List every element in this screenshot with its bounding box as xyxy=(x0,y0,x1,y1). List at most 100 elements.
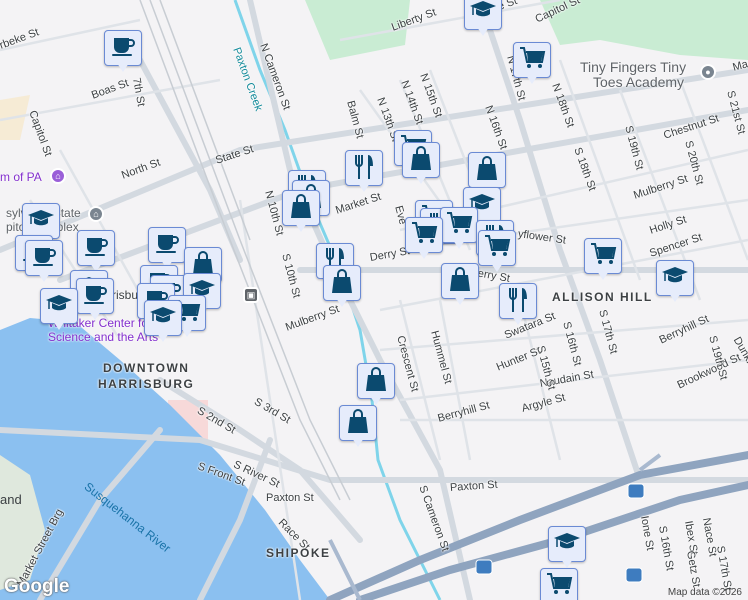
poi-name: m of PA xyxy=(0,170,42,184)
fork-knife-icon xyxy=(350,153,378,184)
school-marker[interactable] xyxy=(548,526,586,570)
marker-box xyxy=(402,142,440,178)
shopping-marker[interactable] xyxy=(441,263,479,307)
coffee-cup-icon xyxy=(82,233,110,264)
marker-pointer xyxy=(89,311,101,320)
place-pin-icon[interactable]: ● xyxy=(700,64,716,80)
marker-pointer xyxy=(418,250,430,259)
shopping-marker[interactable] xyxy=(282,190,320,234)
shopping-marker[interactable] xyxy=(339,405,377,449)
neighborhood-label: SHIPOKE xyxy=(266,546,331,560)
marker-pointer xyxy=(512,316,524,325)
poi-name: Toes Academy xyxy=(593,74,685,90)
grocery-marker[interactable] xyxy=(540,568,578,600)
marker-box xyxy=(464,0,502,30)
marker-pointer xyxy=(477,27,489,36)
shopping-cart-icon xyxy=(589,241,617,272)
poi-name: Tiny Fingers Tiny xyxy=(580,59,687,75)
school-marker[interactable] xyxy=(40,288,78,332)
marker-box xyxy=(405,217,443,253)
street-label: Paxton St xyxy=(266,492,314,504)
marker-pointer xyxy=(597,271,609,280)
graduation-cap-icon xyxy=(661,263,689,294)
poi-name: Science and the Arts xyxy=(48,330,159,344)
marker-pointer xyxy=(53,321,65,330)
marker-box xyxy=(441,263,479,299)
cafe-marker[interactable] xyxy=(25,240,63,284)
school-marker[interactable] xyxy=(656,260,694,304)
shopping-marker[interactable] xyxy=(357,363,395,407)
grocery-marker[interactable] xyxy=(405,217,443,261)
shopping-bag-icon xyxy=(328,268,356,299)
marker-box xyxy=(25,240,63,276)
school-marker[interactable] xyxy=(464,0,502,38)
graduation-cap-icon xyxy=(27,206,55,237)
shopping-cart-icon xyxy=(545,571,573,600)
shopping-marker[interactable] xyxy=(402,142,440,186)
marker-box xyxy=(40,288,78,324)
coffee-cup-icon xyxy=(81,281,109,312)
fork-knife-icon xyxy=(504,286,532,317)
restaurant-marker[interactable] xyxy=(499,283,537,327)
graduation-cap-icon xyxy=(553,529,581,560)
map-canvas[interactable]: Liberty St N Cameron St Paxton Creek Boa… xyxy=(0,0,748,600)
shopping-cart-icon xyxy=(483,233,511,264)
cafe-marker[interactable] xyxy=(76,278,114,322)
marker-box xyxy=(77,230,115,266)
shopping-bag-icon xyxy=(362,366,390,397)
museum-icon[interactable]: ⌂ xyxy=(50,168,66,184)
marker-pointer xyxy=(669,293,681,302)
grocery-marker[interactable] xyxy=(478,230,516,274)
neighborhood-label: DOWNTOWN xyxy=(103,361,190,375)
marker-box xyxy=(339,405,377,441)
restaurant-marker[interactable] xyxy=(345,150,383,194)
cafe-marker[interactable] xyxy=(104,30,142,74)
coffee-cup-icon xyxy=(30,243,58,274)
shopping-bag-icon xyxy=(344,408,372,439)
marker-box xyxy=(357,363,395,399)
poi-museum[interactable]: m of PA xyxy=(0,170,42,184)
google-logo: Google xyxy=(4,576,70,597)
grocery-marker[interactable] xyxy=(584,238,622,282)
cafe-marker[interactable] xyxy=(77,230,115,274)
marker-box xyxy=(440,207,478,243)
marker-pointer xyxy=(415,175,427,184)
marker-pointer xyxy=(453,240,465,249)
marker-pointer xyxy=(38,273,50,282)
train-station-icon[interactable]: ▣ xyxy=(243,287,259,303)
marker-pointer xyxy=(358,183,370,192)
marker-pointer xyxy=(157,333,169,342)
shopping-cart-icon xyxy=(518,45,546,76)
marker-box xyxy=(656,260,694,296)
graduation-cap-icon xyxy=(149,303,177,334)
graduation-cap-icon xyxy=(45,291,73,322)
marker-pointer xyxy=(454,296,466,305)
island-label: and xyxy=(0,492,22,507)
shopping-marker[interactable] xyxy=(323,265,361,309)
marker-box xyxy=(323,265,361,301)
marker-pointer xyxy=(561,559,573,568)
marker-box xyxy=(104,30,142,66)
shopping-cart-icon xyxy=(445,210,473,241)
marker-box xyxy=(584,238,622,274)
neighborhood-label: HARRISBURG xyxy=(98,377,195,391)
grocery-marker[interactable] xyxy=(513,42,551,86)
marker-box xyxy=(22,203,60,239)
map-attribution[interactable]: Map data ©2026 xyxy=(668,587,742,598)
shopping-cart-icon xyxy=(410,220,438,251)
coffee-cup-icon xyxy=(153,230,181,261)
marker-pointer xyxy=(370,396,382,405)
marker-box xyxy=(282,190,320,226)
school-marker[interactable] xyxy=(144,300,182,344)
marker-pointer xyxy=(526,75,538,84)
marker-pointer xyxy=(491,263,503,272)
landmark-icon[interactable]: ⌂ xyxy=(88,206,104,222)
poi-tiny-fingers[interactable]: Tiny Fingers Tiny Toes Academy xyxy=(580,60,686,90)
grocery-marker[interactable] xyxy=(440,207,478,251)
marker-pointer xyxy=(352,438,364,447)
shopping-bag-icon xyxy=(446,266,474,297)
marker-pointer xyxy=(181,328,193,337)
shopping-bag-icon xyxy=(287,193,315,224)
marker-pointer xyxy=(336,298,348,307)
coffee-cup-icon xyxy=(109,33,137,64)
